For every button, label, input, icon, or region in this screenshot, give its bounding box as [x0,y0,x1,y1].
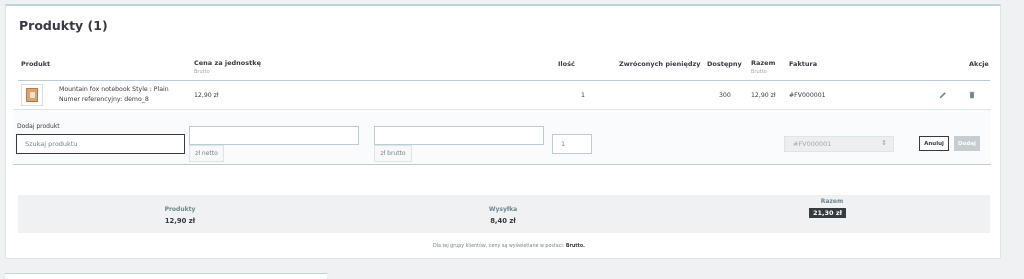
product-qty: 1 [581,92,585,99]
product-name: Mountain fox notebook Style : Plain [59,86,169,93]
select-arrows-icon: ⇕ [881,139,887,147]
col-akcje: Akcje [969,60,989,68]
col-cena-sub: Brutto [194,69,210,75]
cancel-button[interactable]: Anuluj [919,136,949,151]
col-razem: Razem [751,59,776,67]
summary-products-label: Produkty [164,206,196,213]
summary-total-label: Razem [820,198,844,205]
add-product-row: Dodaj produkt Szukaj produktu zł netto z… [13,109,991,165]
product-search-input[interactable]: Szukaj produktu [16,134,185,154]
panel-title: Produkty (1) [19,18,108,33]
col-faktura: Faktura [789,60,818,68]
summary-products-value: 12,90 zł [164,217,196,225]
trash-icon[interactable] [968,91,976,99]
add-product-label: Dodaj produkt [17,123,60,130]
price-display-note: Dla tej grupy klientów, ceny są wyświetl… [6,244,1012,249]
note-text: Dla tej grupy klientów, ceny są wyświetl… [433,244,565,249]
product-invoice: #FV000001 [789,92,826,99]
pencil-icon[interactable] [939,91,947,99]
col-razem-sub: Brutto [751,69,767,75]
col-ilosc: Ilość [558,60,575,68]
summary-shipping-label: Wysyłka [488,206,518,213]
col-zwroconych: Zwróconych pieniędzy [619,60,701,68]
summary-total-value: 21,30 zł [809,208,847,218]
product-price: 12,90 zł [194,92,219,99]
product-thumbnail [21,84,43,106]
add-button[interactable]: Dodaj [954,136,980,151]
col-cena: Cena za jednostkę [194,59,261,67]
net-addon: zł netto [189,145,224,162]
gross-addon: zł brutto [374,145,412,162]
next-panel-edge [5,273,327,279]
note-bold: Brutto. [565,244,585,249]
price-gross-input[interactable] [374,126,544,145]
header-divider [18,80,990,81]
product-available: 300 [719,92,731,99]
summary-shipping-value: 8,40 zł [490,217,516,225]
products-panel: Produkty (1) Produkt Cena za jednostkę B… [5,4,1001,259]
product-ref: Numer referencyjny: demo_8 [59,96,149,103]
invoice-select-value: #FV000001 [793,140,832,148]
product-total: 12,90 zł [751,92,776,99]
order-summary: Produkty 12,90 zł Wysyłka 8,40 zł Razem … [18,195,990,233]
invoice-select[interactable]: #FV000001 ⇕ [784,136,894,152]
quantity-input[interactable]: 1 [552,134,592,154]
price-net-input[interactable] [189,126,359,145]
col-produkt: Produkt [21,60,51,68]
col-dostepny: Dostępny [707,60,742,68]
